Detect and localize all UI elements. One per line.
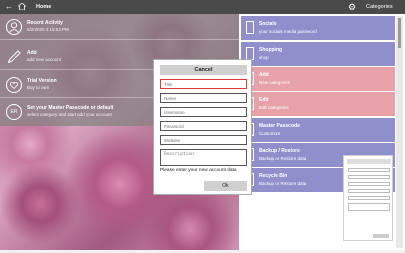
website-field[interactable] (160, 135, 247, 145)
name-field[interactable] (160, 93, 247, 103)
tile-add-category[interactable]: Add New categories (241, 67, 395, 91)
tile-title: Recycle Bin (259, 173, 288, 179)
scrollbar[interactable] (396, 16, 403, 248)
description-field[interactable] (160, 149, 247, 166)
tile-title: Add (259, 72, 269, 78)
tile-subtitle: New categories (259, 80, 291, 85)
row-recent-activity[interactable]: Recent Activity 5/2/2020 3:15:53 PM (0, 14, 239, 40)
preview-field (348, 182, 390, 186)
tile-title: Shopping (259, 47, 283, 53)
preview-field (348, 175, 390, 179)
username-field[interactable] (160, 107, 247, 117)
tile-subtitle: Edit categories (259, 105, 289, 110)
tile-subtitle: Backup or Restore data (259, 181, 307, 186)
row-title: Set your Master Passcode or default (27, 105, 114, 111)
row-title: Recent Activity (27, 20, 63, 26)
row-subtitle: 5/2/2020 3:15:53 PM (27, 27, 69, 32)
categories-label[interactable]: Categories (366, 4, 393, 10)
title-bar: ← Home ⚙ Categories (0, 0, 405, 14)
tile-title: Edit (259, 97, 269, 103)
tile-socials[interactable]: Socials your socials media password (241, 16, 395, 40)
tile-master-passcode[interactable]: Master Passcode Customize (241, 118, 395, 142)
tile-title: Socials (259, 21, 277, 27)
tile-shopping[interactable]: Shopping shop (241, 42, 395, 66)
title-field[interactable] (160, 79, 247, 89)
dialog-preview-thumbnail (343, 155, 393, 241)
home-icon[interactable] (18, 3, 26, 10)
phone-icon (246, 21, 254, 34)
preview-field (348, 168, 390, 172)
ok-button[interactable]: Ok (204, 181, 247, 191)
password-field[interactable] (160, 121, 247, 131)
tile-title: Master Passcode (259, 123, 300, 129)
preview-field (348, 196, 390, 200)
back-icon[interactable]: ← (4, 2, 14, 12)
dialog-message: Please enter your new account data (160, 168, 237, 173)
row-title: Trial Version (27, 78, 57, 84)
tile-subtitle: Backup or Restore data (259, 156, 307, 161)
row-subtitle: Buy to own (27, 85, 50, 90)
new-account-dialog: Cancel Please enter your new account dat… (153, 59, 252, 195)
heart-icon (6, 77, 22, 93)
scrollbar-thumb[interactable] (398, 18, 401, 48)
preview-field (348, 203, 390, 211)
cancel-button[interactable]: Cancel (160, 65, 247, 75)
tile-subtitle: Customize (259, 131, 281, 136)
preview-header (347, 159, 391, 164)
passcode-icon: ER (6, 104, 22, 120)
tile-edit-category[interactable]: Edit Edit categories (241, 92, 395, 116)
tile-subtitle: your socials media password (259, 29, 317, 34)
gear-icon[interactable]: ⚙ (348, 2, 358, 12)
tile-title: Backup / Restore (259, 148, 300, 154)
person-icon (6, 19, 22, 35)
row-title: Add (27, 50, 37, 56)
home-label[interactable]: Home (36, 4, 51, 10)
tile-subtitle: shop (259, 55, 269, 60)
row-subtitle: add new account (27, 57, 62, 62)
row-subtitle: select category and start add your accou… (27, 112, 112, 117)
preview-button (373, 234, 389, 238)
pencil-icon (6, 50, 21, 65)
preview-field (348, 189, 390, 193)
